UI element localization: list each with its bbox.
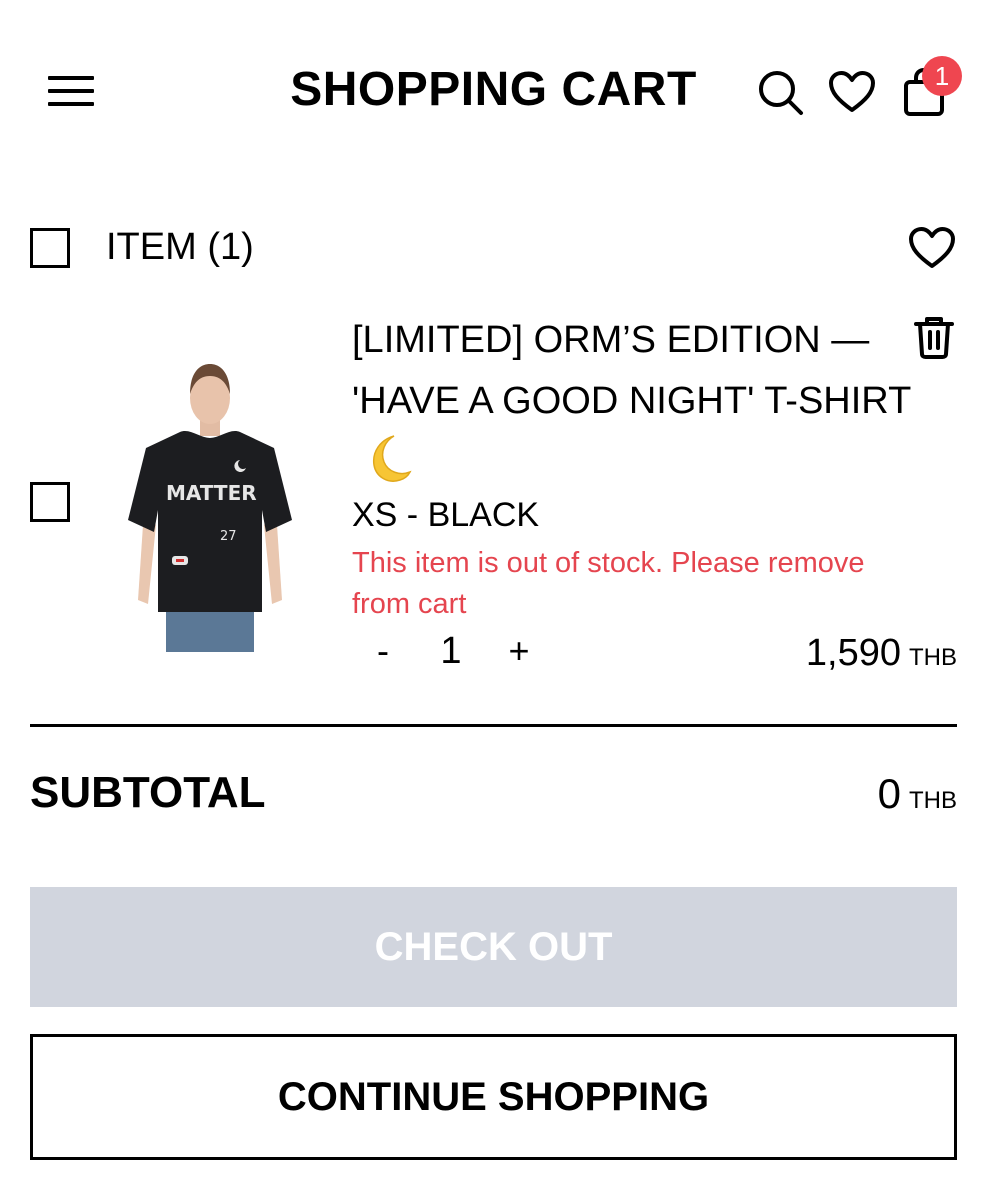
continue-shopping-button[interactable]: CONTINUE SHOPPING <box>30 1034 957 1160</box>
product-image[interactable]: MATTER 27 <box>124 360 296 652</box>
select-all-checkbox[interactable] <box>30 228 70 268</box>
items-count-label: ITEM (1) <box>106 226 254 268</box>
item-price-currency: THB <box>909 644 957 671</box>
quantity-increase-button[interactable]: + <box>504 630 534 672</box>
item-select-checkbox[interactable] <box>30 482 70 522</box>
quantity-value: 1 <box>440 630 462 672</box>
header: SHOPPING CART 1 <box>0 0 987 180</box>
trash-icon[interactable] <box>912 314 956 360</box>
item-price-amount: 1,590 <box>805 632 901 674</box>
subtotal-currency: THB <box>909 787 957 814</box>
item-price: 1,590 THB <box>806 632 957 675</box>
checkout-button[interactable]: CHECK OUT <box>30 887 957 1007</box>
quantity-decrease-button[interactable]: - <box>370 630 396 672</box>
heart-icon[interactable] <box>908 226 956 270</box>
product-name[interactable]: [LIMITED] ORM’S EDITION — 'HAVE A GOOD N… <box>352 310 912 493</box>
wishlist-heart-icon[interactable] <box>828 70 876 114</box>
product-variant: XS - BLACK <box>352 496 540 534</box>
subtotal-value: 0 THB <box>878 770 957 818</box>
crescent-moon-icon <box>372 435 412 482</box>
subtotal-amount: 0 <box>877 770 901 817</box>
shirt-print-text: MATTER <box>166 481 257 505</box>
subtotal-label: SUBTOTAL <box>30 768 266 817</box>
divider <box>30 724 957 727</box>
search-icon[interactable] <box>756 68 804 116</box>
product-name-text: [LIMITED] ORM’S EDITION — 'HAVE A GOOD N… <box>352 319 912 422</box>
cart-count-badge: 1 <box>922 56 962 96</box>
shirt-print-number: 27 <box>220 529 237 544</box>
shopping-cart-page: SHOPPING CART 1 ITEM (1) MATTER 27 [LIMI… <box>0 0 987 1200</box>
out-of-stock-warning: This item is out of stock. Please remove… <box>352 547 865 620</box>
